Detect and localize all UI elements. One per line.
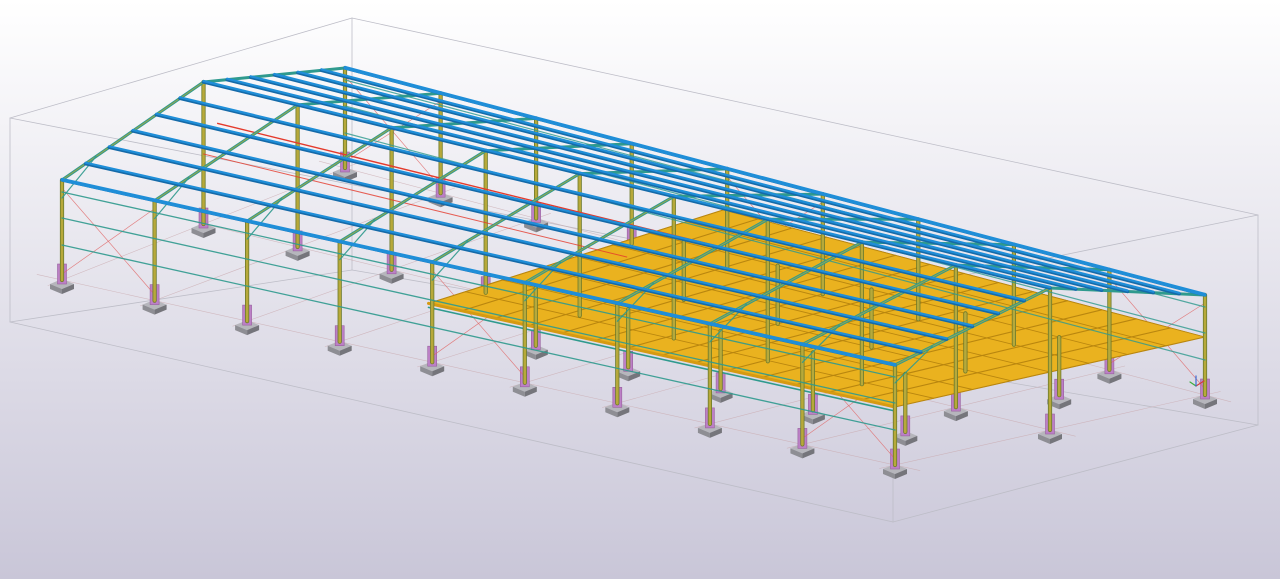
steel-structure-model[interactable] [0,0,1280,579]
box-edge [9,17,353,119]
axis-y [1189,381,1197,387]
model-viewport[interactable] [0,0,1280,579]
brace-member [61,187,155,295]
box-edge [892,424,1259,523]
box-edge [351,17,1259,216]
